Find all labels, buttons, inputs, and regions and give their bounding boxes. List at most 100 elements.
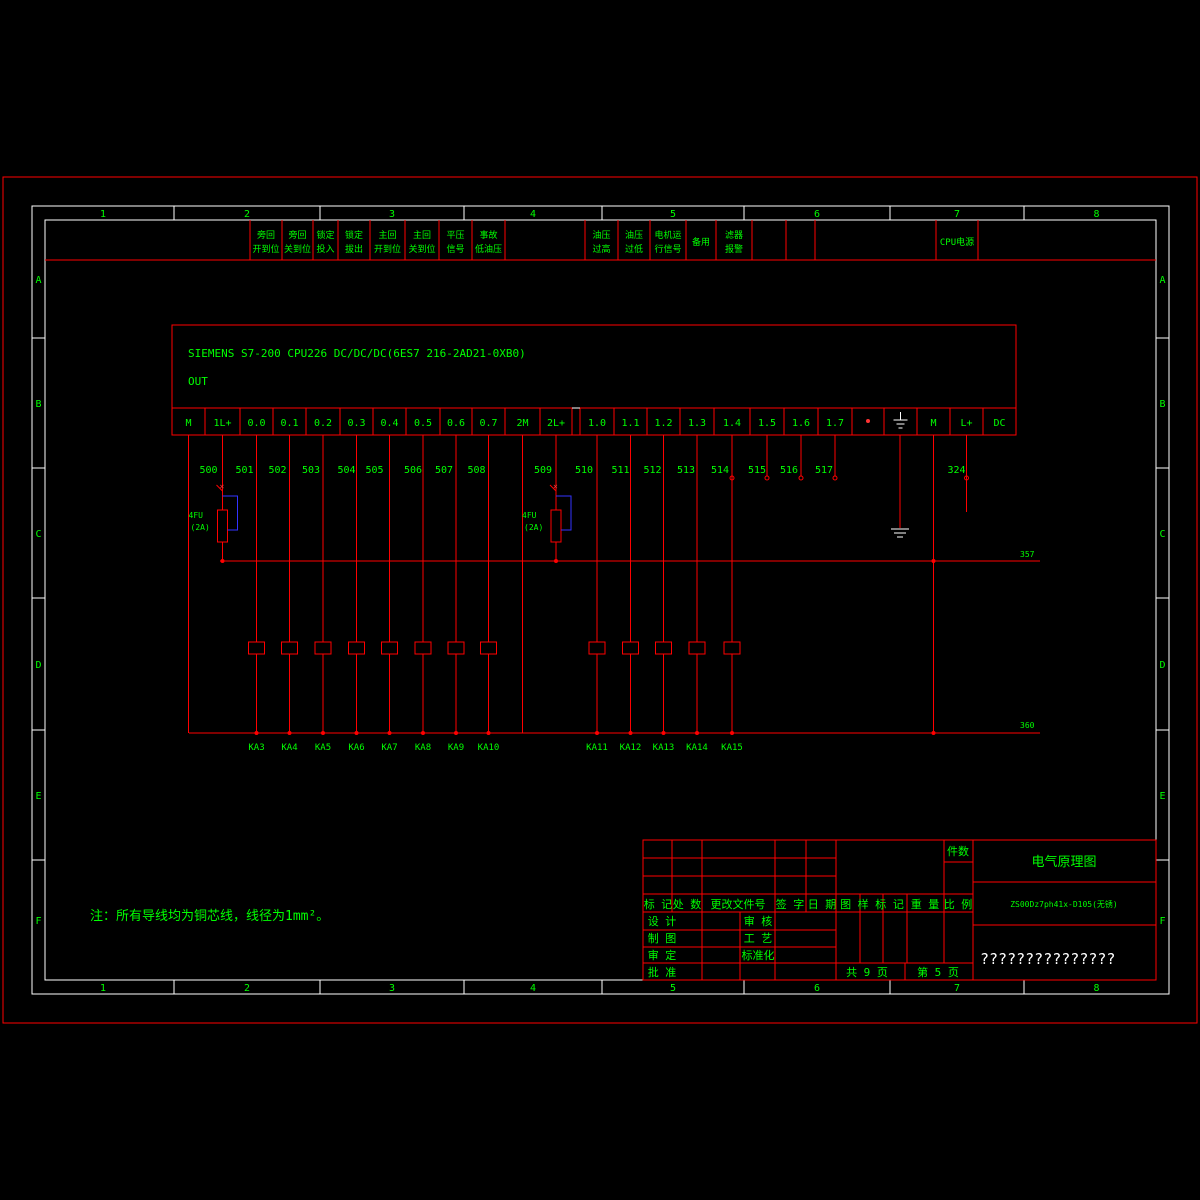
wire-number: 513 <box>677 465 695 476</box>
wire-number: 503 <box>302 465 320 476</box>
wire-number: 507 <box>435 465 453 476</box>
plc-terminal-label: 0.2 <box>314 418 332 429</box>
header-label-line2: 拔出 <box>345 243 363 255</box>
title-row-header: 日 期 <box>808 898 837 911</box>
fuse-switch-mark: × <box>220 482 225 491</box>
plc-terminal-label: 1.5 <box>758 418 776 429</box>
title-row-header: 更改文件号 <box>711 897 766 911</box>
wire-number: 511 <box>611 465 629 476</box>
wire-number: 514 <box>711 465 729 476</box>
fuse-label-line1: 4FU <box>522 511 537 520</box>
plc-terminal-label: 1.3 <box>688 418 706 429</box>
fuse-label-line1: 4FU <box>189 511 204 520</box>
grid-row-label-left: B <box>35 399 41 410</box>
header-label-line1: 锁定 <box>316 229 334 241</box>
relay-coil <box>688 641 706 655</box>
header-label-line1: 平压 <box>446 230 464 241</box>
grid-col-label-top: 3 <box>389 209 395 220</box>
plc-terminal-label: 1.1 <box>621 418 639 429</box>
header-label-line2: 信号 <box>446 243 464 255</box>
plc-model-title: SIEMENS S7-200 CPU226 DC/DC/DC(6ES7 216-… <box>188 347 526 360</box>
plc-terminal-label: M <box>930 418 936 429</box>
wire-number: 324 <box>947 465 965 476</box>
relay-coil <box>314 641 332 655</box>
header-label-line2: 过高 <box>592 243 610 255</box>
header-label-line1: 油压 <box>592 229 610 241</box>
page-number: 第 5 页 <box>917 965 959 979</box>
wire-number: 508 <box>467 465 485 476</box>
grid-row-label-left: F <box>35 916 41 927</box>
header-label-line2: 报警 <box>725 243 743 255</box>
grid-row-label-right: E <box>1159 791 1165 802</box>
relay-coil <box>447 641 465 655</box>
plc-terminal-label: 1.0 <box>588 418 606 429</box>
relay-label: KA9 <box>448 743 464 753</box>
grid-col-label-bottom: 4 <box>530 983 536 994</box>
header-label-line1: 油压 <box>625 229 643 241</box>
plc-terminal-label: 1.2 <box>654 418 672 429</box>
title-block: 件数电气原理图 ZS00Dz7ph41x-D105(无锈)????????????… <box>642 839 1157 981</box>
unused-terminal-dot <box>866 419 870 423</box>
grid-row-label-right: C <box>1159 529 1165 540</box>
grid-col-label-top: 6 <box>814 209 820 220</box>
grid-col-label-top: 2 <box>244 209 250 220</box>
grid-col-label-bottom: 1 <box>100 983 106 994</box>
plc-terminals: M 1L+ 0.0 0.1 0.2 0.3 0.4 0.5 0.6 0.7 2M 2L+ 1.0 1.1 1… <box>185 407 1006 435</box>
header-label-line1: 锁定 <box>345 229 363 241</box>
plc-terminal-label: L+ <box>960 418 972 429</box>
plc-terminal-label: 1.4 <box>723 418 741 429</box>
plc-terminal-label: 0.0 <box>247 418 265 429</box>
title-row-header: 标 记 <box>644 897 673 911</box>
sign-row-role: 制 图 <box>648 932 677 945</box>
wire-number: 505 <box>365 465 383 476</box>
grid-row-label-right: A <box>1159 275 1165 286</box>
header-label-cells: 旁回开到位旁回关到位锁定投入锁定拔出主回开到位主回关到位平压信号事故低油压油压过… <box>249 220 979 260</box>
fuse-monitor-wire <box>556 495 572 531</box>
relay-coil <box>480 641 497 655</box>
wiring-note: 注：所有导线均为铜芯线，线径为1mm²。 <box>90 909 329 924</box>
header-label-line1: 电机运 <box>654 229 681 241</box>
header-label-line1: 滤器 <box>725 229 743 241</box>
spare-terminal-dot <box>798 475 804 481</box>
grid-col-label-bottom: 8 <box>1093 983 1099 994</box>
bus-label-top: 357 <box>1020 550 1035 559</box>
wire-number: 512 <box>643 465 661 476</box>
drawing-name-placeholder: ??????????????? <box>980 950 1115 968</box>
relay-label: KA5 <box>315 743 331 753</box>
title-chart-header: 比 例 <box>944 897 973 911</box>
plc-terminal-label: 0.3 <box>347 418 365 429</box>
plc-terminal-label: 0.6 <box>447 418 465 429</box>
header-label-line2: 开到位 <box>252 243 279 255</box>
outer-red-border <box>2 176 1198 1024</box>
header-label-line2: 投入 <box>316 243 334 255</box>
relay-coil <box>622 641 639 655</box>
header-label-line1: 主回 <box>413 229 431 241</box>
ground-symbol-icon <box>891 435 909 538</box>
wire-number: 515 <box>748 465 766 476</box>
spare-terminal-dot <box>764 475 770 481</box>
wire-number: 500 <box>199 465 217 476</box>
wire-number: 501 <box>235 465 253 476</box>
sign-row-role: 批 准 <box>648 965 677 979</box>
plc-terminal-label: 1L+ <box>213 418 231 429</box>
header-label-line2: 关到位 <box>408 243 435 255</box>
grid-col-label-top: 1 <box>100 209 106 220</box>
relay-coil <box>588 641 606 655</box>
title-jianshu: 件数 <box>947 845 969 858</box>
wire-number: 502 <box>268 465 286 476</box>
wire-number: 516 <box>780 465 798 476</box>
wire-number: 517 <box>815 465 833 476</box>
grid-row-label-right: B <box>1159 399 1165 410</box>
relay-coil <box>381 641 398 655</box>
frame-outer <box>31 205 1170 995</box>
relay-label: KA4 <box>281 743 297 753</box>
grid-row-label-right: D <box>1159 660 1165 671</box>
header-label-line1: 主回 <box>378 229 396 241</box>
title-chart-header: 重 量 <box>911 897 940 911</box>
sign-row-role-2: 标准化 <box>742 948 775 962</box>
grid-row-label-left: A <box>35 275 41 286</box>
relay-label: KA14 <box>686 743 708 753</box>
plc-terminal-label: 0.7 <box>479 418 497 429</box>
relay-label: KA10 <box>478 743 500 753</box>
sign-row-role-2: 工 艺 <box>744 932 773 945</box>
